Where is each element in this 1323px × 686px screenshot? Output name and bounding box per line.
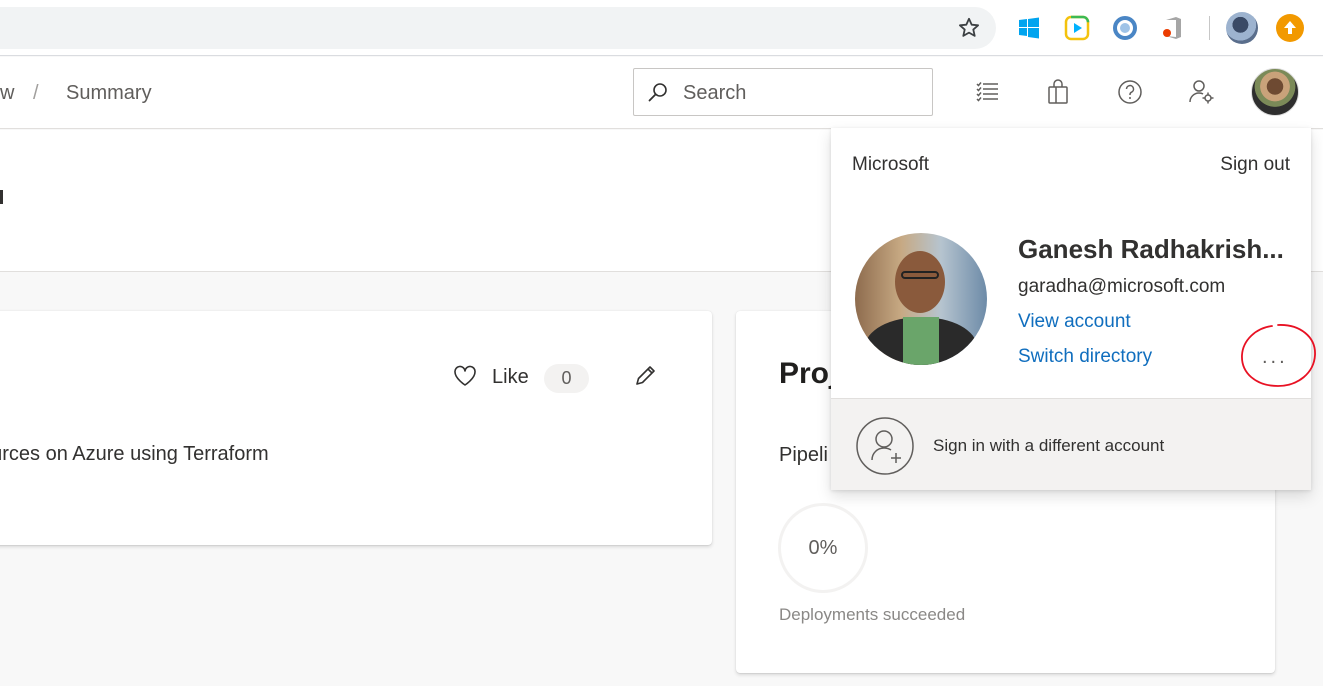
like-button[interactable]: Like <box>492 366 529 389</box>
deployment-success-ring: 0% <box>778 503 868 593</box>
photo-face <box>895 251 945 313</box>
backlog-icon[interactable] <box>974 78 1002 106</box>
stats-card-title: Proj <box>779 357 838 390</box>
project-title-fragment <box>0 190 3 204</box>
marketplace-bag-icon[interactable] <box>1044 78 1072 106</box>
view-account-link[interactable]: View account <box>1018 311 1131 333</box>
more-options-button[interactable]: ... <box>1262 346 1288 369</box>
update-icon[interactable] <box>1276 14 1304 42</box>
breadcrumb-item-partial[interactable]: w <box>0 82 14 105</box>
account-flyout: Microsoft Sign out Ganesh Radhakrish... … <box>831 128 1316 490</box>
breadcrumb-separator: / <box>33 82 39 104</box>
account-email: garadha@microsoft.com <box>1018 276 1226 297</box>
sign-in-different-account-label: Sign in with a different account <box>933 436 1165 455</box>
about-project-card: Like 0 ources on Azure using Terraform <box>0 311 712 545</box>
photo-shirt <box>903 317 939 365</box>
browser-profile-avatar[interactable] <box>1226 12 1258 44</box>
photo-glasses <box>901 271 939 279</box>
pipelines-heading: Pipeli <box>779 444 828 466</box>
account-name: Ganesh Radhakrish... <box>1018 234 1284 264</box>
app-header: w / Summary Search <box>0 57 1323 129</box>
avatar[interactable] <box>1251 68 1299 116</box>
help-icon[interactable] <box>1116 78 1144 106</box>
like-count-badge: 0 <box>544 364 589 393</box>
search-placeholder: Search <box>683 82 747 104</box>
office-icon[interactable] <box>1160 15 1186 41</box>
profile-photo <box>855 233 987 365</box>
sign-in-different-account-button[interactable]: Sign in with a different account <box>831 399 1311 490</box>
deployments-caption: Deployments succeeded <box>779 605 966 624</box>
toolbar-divider <box>1209 16 1210 40</box>
switch-directory-link[interactable]: Switch directory <box>1018 346 1152 368</box>
star-icon[interactable] <box>957 16 981 40</box>
edit-icon[interactable] <box>632 363 658 389</box>
project-description: ources on Azure using Terraform <box>0 443 269 465</box>
sign-out-link[interactable]: Sign out <box>1220 154 1290 176</box>
heart-icon[interactable] <box>452 363 478 389</box>
organization-label: Microsoft <box>852 154 930 175</box>
breadcrumb-item-summary[interactable]: Summary <box>66 82 152 105</box>
address-bar[interactable] <box>0 7 996 49</box>
search-input[interactable]: Search <box>633 68 933 116</box>
user-settings-icon[interactable] <box>1188 78 1216 106</box>
add-account-icon <box>856 417 914 475</box>
browser-toolbar <box>0 0 1323 56</box>
play-icon[interactable] <box>1064 15 1090 41</box>
search-icon <box>648 83 667 102</box>
windows-icon[interactable] <box>1016 15 1042 41</box>
circle-logo-icon[interactable] <box>1112 15 1138 41</box>
deployment-percent: 0% <box>808 537 838 559</box>
